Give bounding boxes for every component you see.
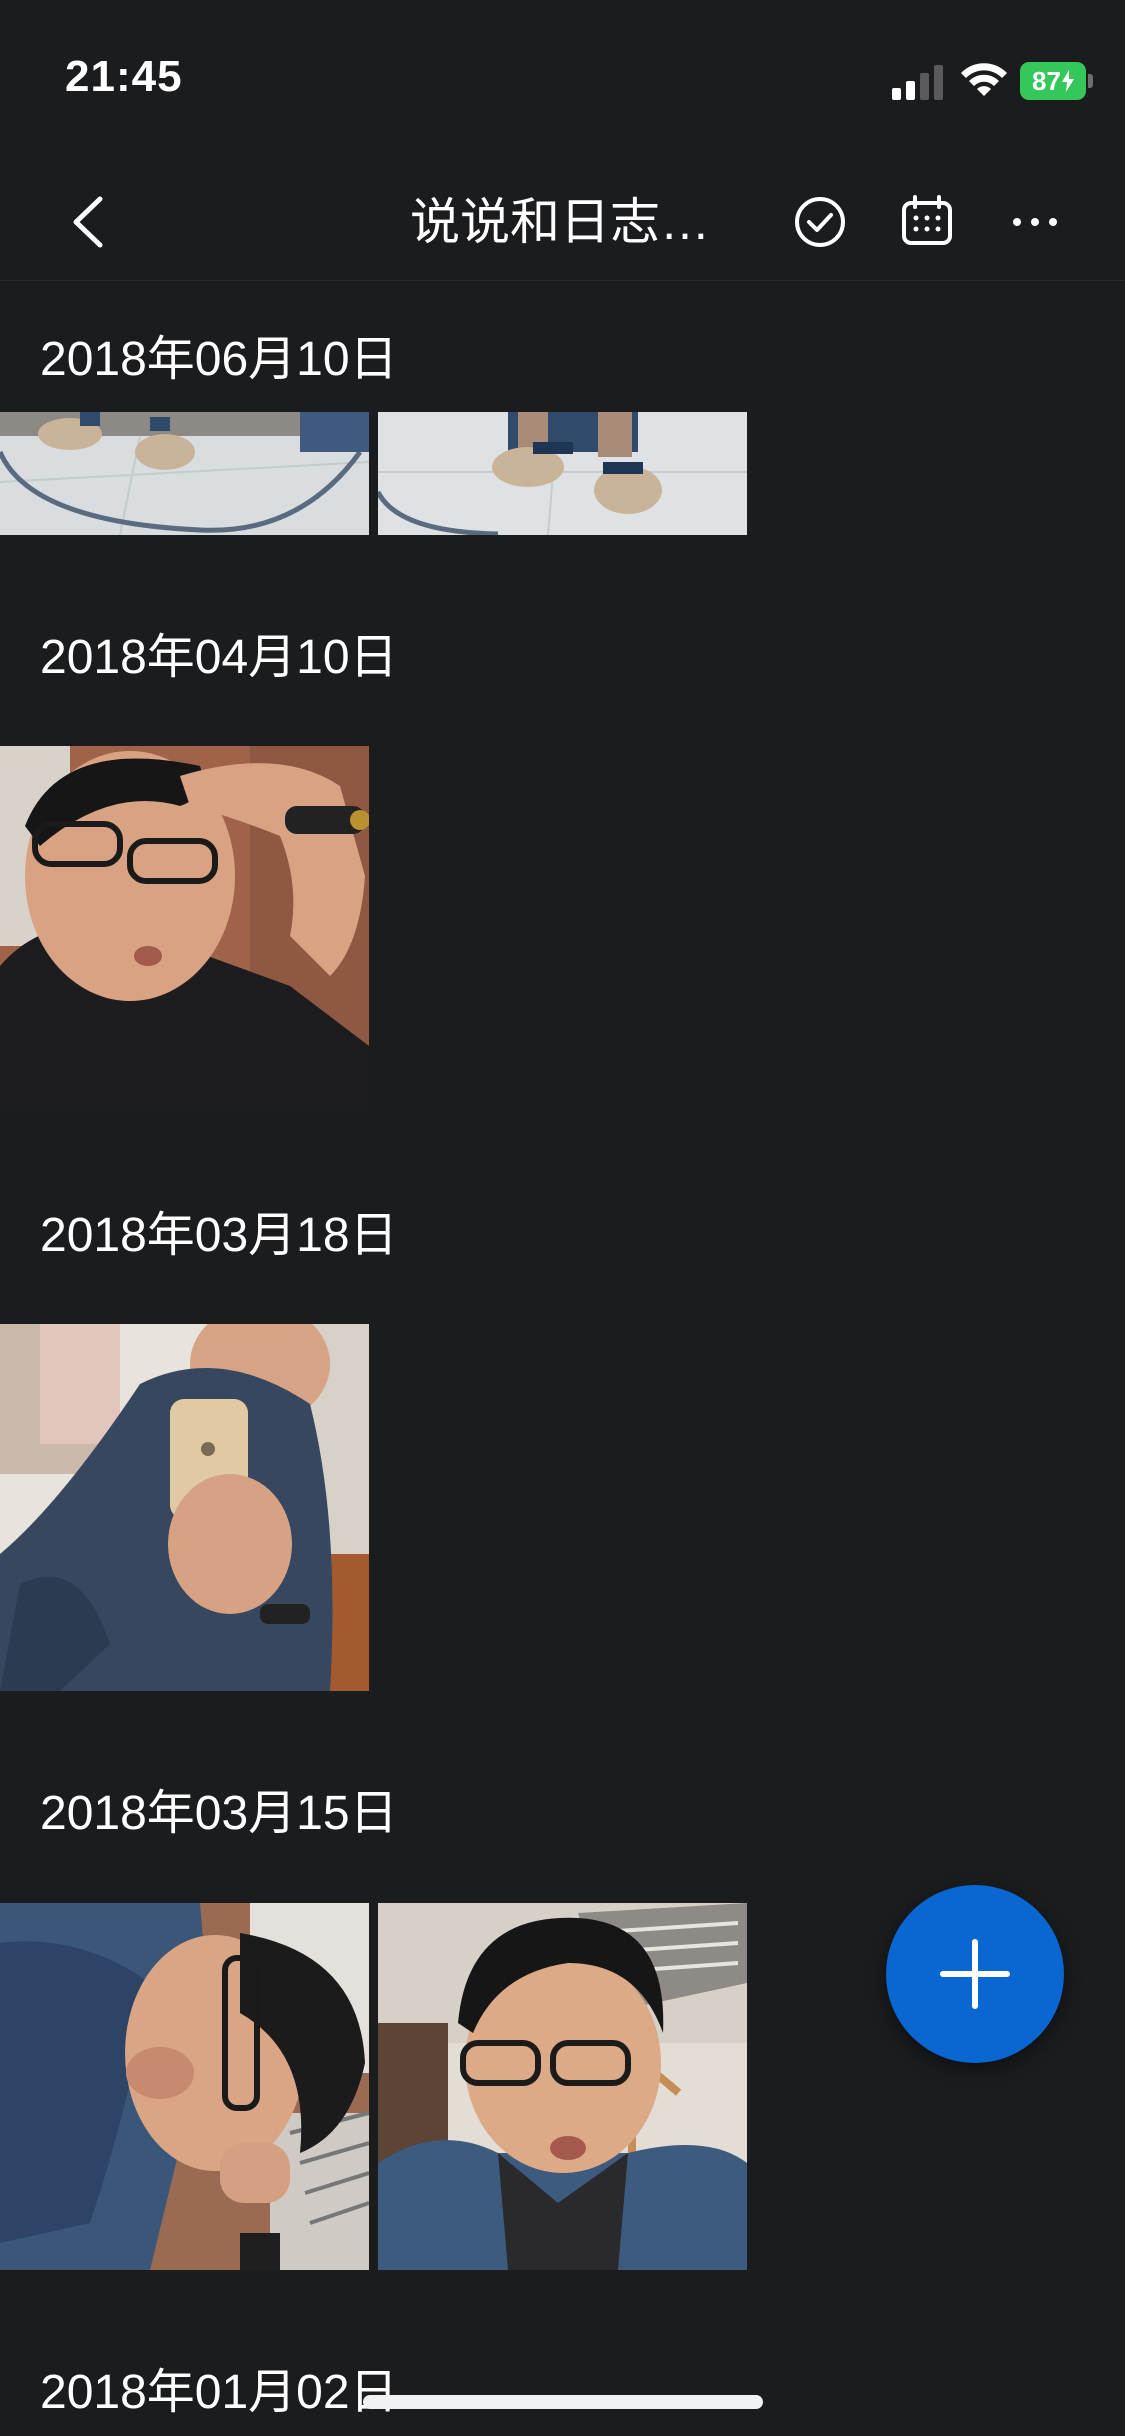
battery-cap xyxy=(1088,74,1093,88)
checkmark-circle-icon[interactable] xyxy=(787,189,853,255)
status-bar: 21:45 87 xyxy=(0,0,1125,160)
calendar-icon[interactable] xyxy=(894,189,960,255)
section-date-header: 2018年03月18日 xyxy=(40,1209,398,1262)
battery-indicator: 87 xyxy=(1020,62,1086,100)
section-date-header: 2018年04月10日 xyxy=(40,631,398,684)
section-date-header: 2018年01月02日 xyxy=(40,2366,398,2419)
photo-thumbnail[interactable] xyxy=(0,746,369,1113)
battery-level: 87 xyxy=(1032,65,1061,96)
plus-icon xyxy=(940,1939,1010,2009)
photo-thumbnail[interactable] xyxy=(378,1903,747,2270)
photo-thumbnail[interactable] xyxy=(0,412,369,535)
home-indicator[interactable] xyxy=(363,2395,763,2409)
add-button[interactable] xyxy=(886,1885,1064,2063)
status-time: 21:45 xyxy=(65,52,183,101)
cellular-signal-icon xyxy=(892,65,943,100)
navigation-bar: 说说和日志… xyxy=(0,165,1125,281)
photo-thumbnail[interactable] xyxy=(378,412,747,535)
chevron-left-icon[interactable] xyxy=(60,187,120,257)
photo-thumbnail[interactable] xyxy=(0,1324,369,1691)
section-date-header: 2018年06月10日 xyxy=(40,333,398,386)
page-title: 说说和日志… xyxy=(410,194,710,250)
ellipsis-icon[interactable] xyxy=(1002,189,1068,255)
section-date-header: 2018年03月15日 xyxy=(40,1787,398,1840)
wifi-icon xyxy=(961,63,1007,96)
charging-bolt-icon xyxy=(1061,70,1074,92)
photo-thumbnail[interactable] xyxy=(0,1903,369,2270)
